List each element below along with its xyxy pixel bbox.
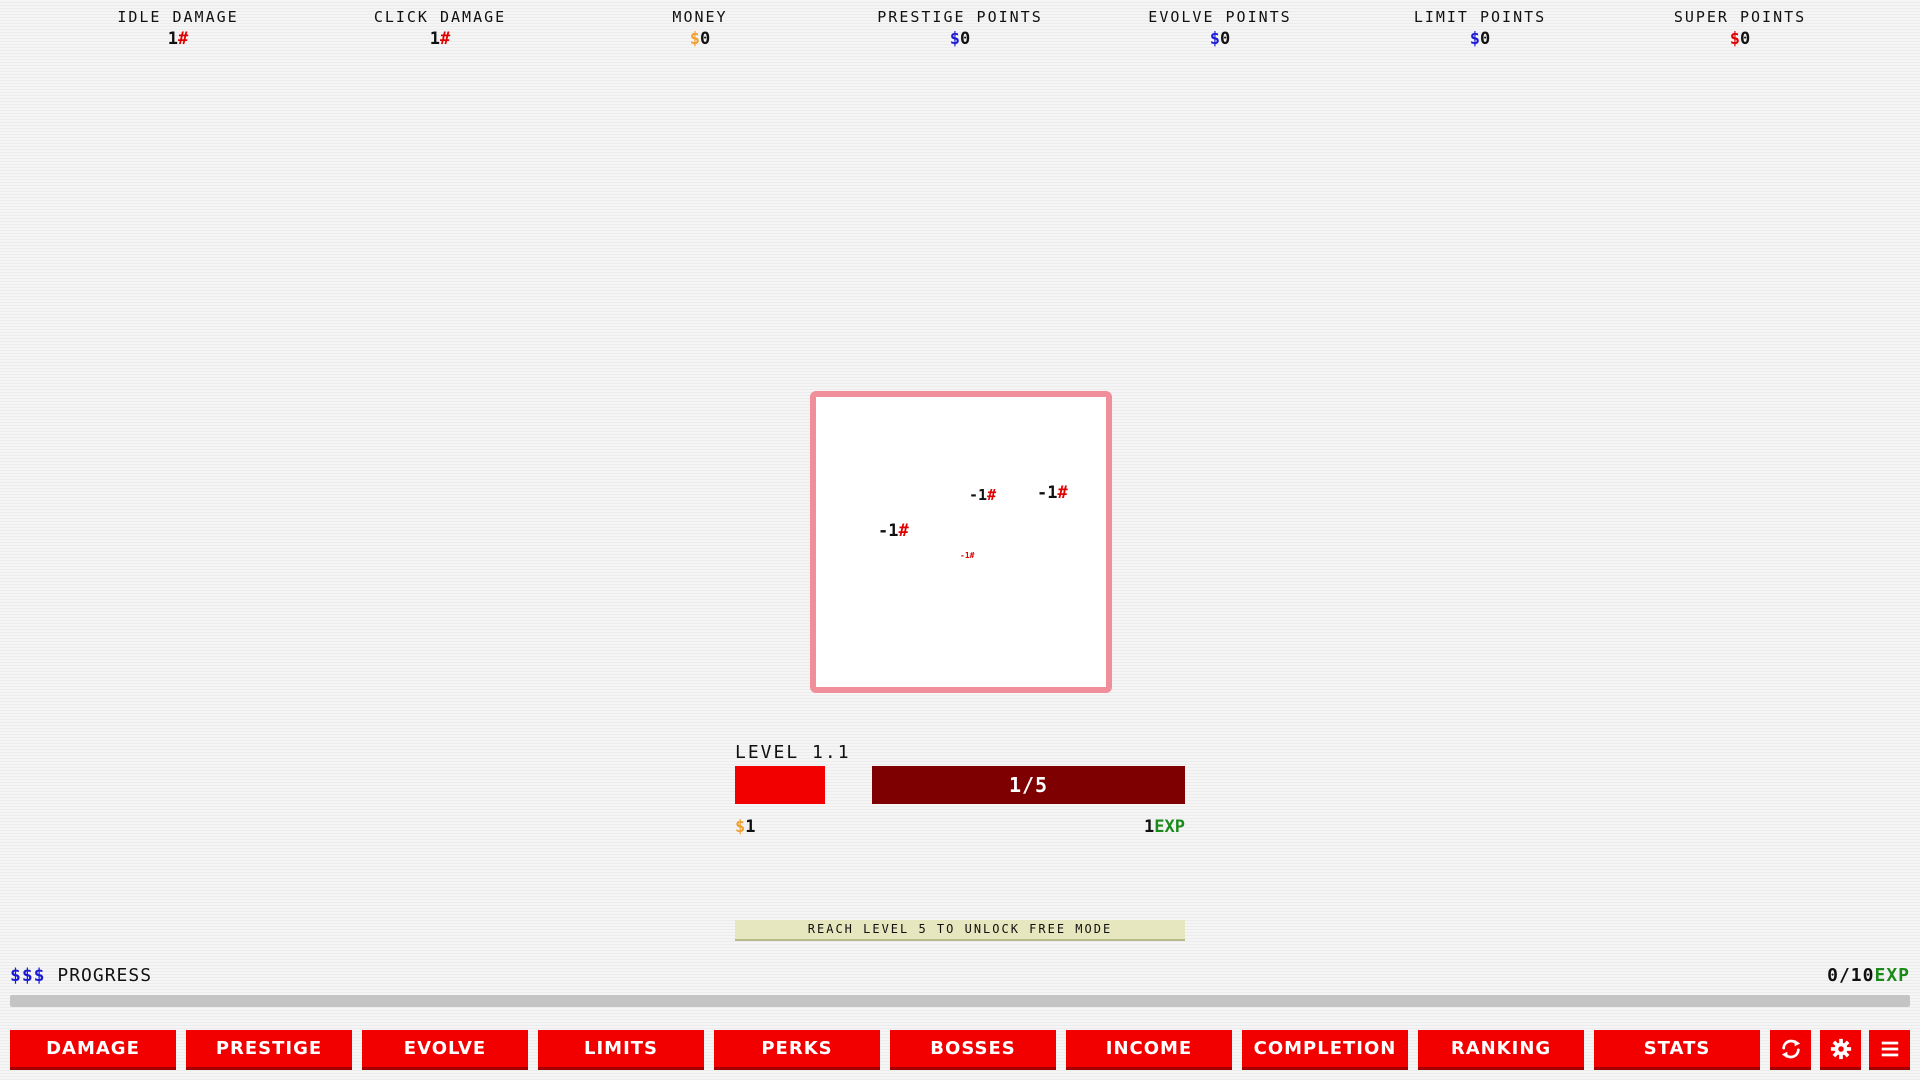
stat-idle-damage: IDLE DAMAGE 1#: [48, 6, 308, 50]
stat-value: $0: [1350, 28, 1610, 50]
tab-completion[interactable]: COMPLETION: [1242, 1030, 1408, 1070]
progress-bar: [10, 995, 1910, 1007]
stat-value: $0: [1610, 28, 1870, 50]
stat-label: PRESTIGE POINTS: [877, 8, 1043, 26]
stat-value: $0: [570, 28, 830, 50]
points-symbol-icon: $: [1729, 29, 1740, 49]
progress-value: 0/10EXP: [1827, 965, 1910, 986]
damage-symbol-icon: #: [898, 521, 909, 541]
tab-evolve[interactable]: EVOLVE: [362, 1030, 528, 1070]
points-symbol-icon: $: [1469, 29, 1480, 49]
tab-stats[interactable]: STATS: [1594, 1030, 1760, 1070]
stat-value: 1#: [48, 28, 308, 50]
tab-prestige[interactable]: PRESTIGE: [186, 1030, 352, 1070]
reward-exp: 1EXP: [1144, 817, 1185, 837]
progress-symbols: $$$: [10, 965, 46, 986]
damage-symbol-icon: #: [969, 551, 975, 560]
damage-popup: -1#: [1037, 483, 1068, 503]
stat-value-number: 0: [700, 29, 711, 49]
enemy-target[interactable]: -1# -1# -1# -1#: [810, 391, 1112, 693]
stat-super-points: SUPER POINTS $0: [1610, 6, 1870, 50]
damage-popup: -1#: [969, 486, 997, 504]
stat-value: 1#: [310, 28, 570, 50]
stat-value: $0: [1090, 28, 1350, 50]
reward-money: $1: [735, 817, 756, 837]
stat-label: CLICK DAMAGE: [373, 8, 507, 26]
tab-income[interactable]: INCOME: [1066, 1030, 1232, 1070]
points-symbol-icon: $: [1209, 29, 1220, 49]
stat-limit-points: LIMIT POINTS $0: [1350, 6, 1610, 50]
level-title: LEVEL 1.1: [735, 742, 851, 763]
stat-label: LIMIT POINTS: [1413, 8, 1547, 26]
stat-value-number: 1: [167, 29, 178, 49]
bottom-nav: DAMAGE PRESTIGE EVOLVE LIMITS PERKS BOSS…: [0, 1030, 1920, 1070]
stat-value: $0: [830, 28, 1090, 50]
damage-symbol-icon: #: [178, 29, 189, 49]
settings-button[interactable]: [1820, 1030, 1861, 1070]
menu-button[interactable]: [1869, 1030, 1910, 1070]
stats-bar: IDLE DAMAGE 1# CLICK DAMAGE 1# MONEY $0 …: [0, 6, 1920, 56]
stat-value-number: 1: [429, 29, 440, 49]
tab-damage[interactable]: DAMAGE: [10, 1030, 176, 1070]
menu-icon: [1881, 1041, 1898, 1056]
stat-label: MONEY: [672, 8, 728, 26]
exp-unit: EXP: [1874, 965, 1910, 986]
level-kills-bar: 1/5: [872, 766, 1185, 804]
tab-perks[interactable]: PERKS: [714, 1030, 880, 1070]
gear-icon: [1830, 1038, 1851, 1059]
damage-symbol-icon: #: [987, 486, 997, 504]
stat-money: MONEY $0: [570, 6, 830, 50]
money-symbol-icon: $: [689, 29, 700, 49]
tab-bosses[interactable]: BOSSES: [890, 1030, 1056, 1070]
stat-label: SUPER POINTS: [1673, 8, 1807, 26]
tab-ranking[interactable]: RANKING: [1418, 1030, 1584, 1070]
unlock-free-mode-banner: REACH LEVEL 5 TO UNLOCK FREE MODE: [735, 920, 1185, 941]
stat-value-number: 0: [960, 29, 971, 49]
damage-popup: -1#: [878, 521, 909, 541]
progress-label: $$$ PROGRESS: [10, 965, 153, 986]
stat-value-number: 0: [1740, 29, 1751, 49]
points-symbol-icon: $: [949, 29, 960, 49]
refresh-icon: [1781, 1039, 1800, 1058]
damage-symbol-icon: #: [440, 29, 451, 49]
tab-limits[interactable]: LIMITS: [538, 1030, 704, 1070]
damage-symbol-icon: #: [1057, 483, 1068, 503]
stat-label: EVOLVE POINTS: [1148, 8, 1292, 26]
exp-unit: EXP: [1154, 817, 1185, 837]
stat-prestige-points: PRESTIGE POINTS $0: [830, 6, 1090, 50]
refresh-button[interactable]: [1770, 1030, 1811, 1070]
damage-popup: -1#: [960, 551, 975, 560]
stat-label: IDLE DAMAGE: [117, 8, 239, 26]
stat-value-number: 0: [1220, 29, 1231, 49]
enemy-health-indicator: [735, 766, 825, 804]
money-symbol-icon: $: [735, 817, 746, 837]
stat-evolve-points: EVOLVE POINTS $0: [1090, 6, 1350, 50]
level-kills-text: 1/5: [1008, 773, 1049, 797]
stat-value-number: 0: [1480, 29, 1491, 49]
stat-click-damage: CLICK DAMAGE 1#: [310, 6, 570, 50]
